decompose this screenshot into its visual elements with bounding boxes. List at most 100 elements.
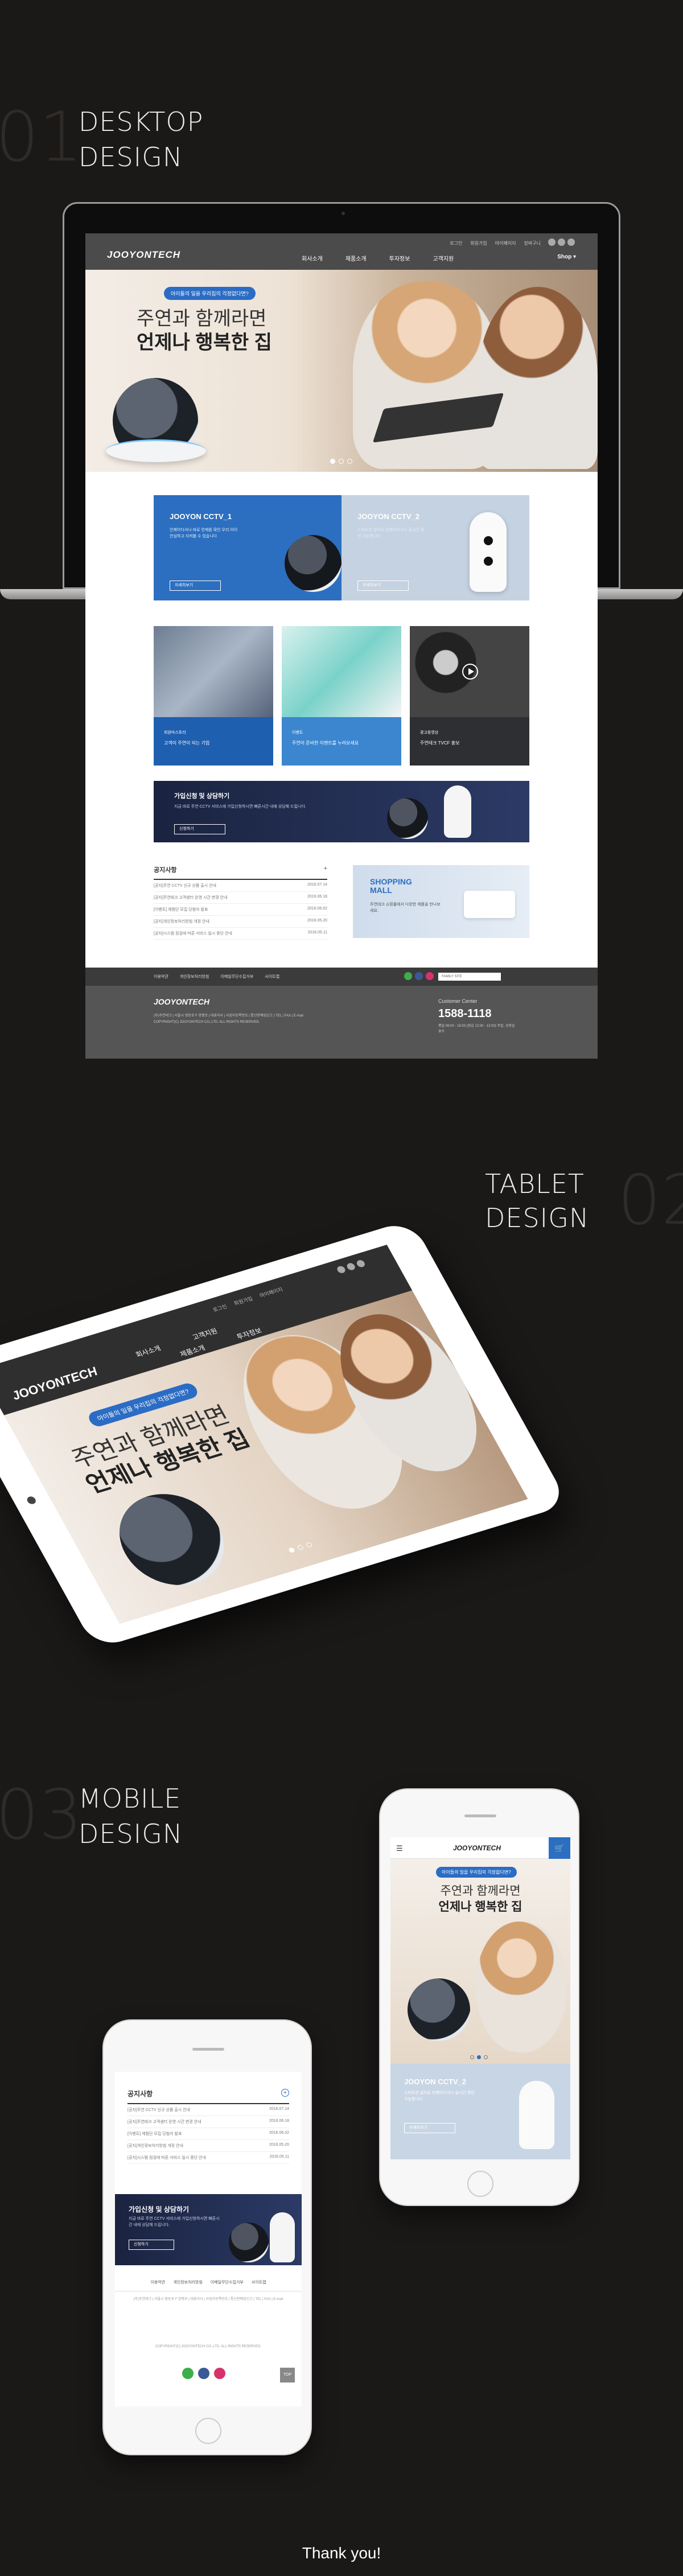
plus-icon[interactable]: +: [324, 865, 327, 872]
notice-text: [이벤트] 체험단 모집 당첨자 발표: [127, 2132, 182, 2136]
notice-row[interactable]: [이벤트] 체험단 모집 당첨자 발표 2016.06.02: [127, 2128, 289, 2140]
blog-icon[interactable]: [558, 238, 565, 246]
menu-icon[interactable]: ☰: [396, 1844, 403, 1853]
shopping-desc: 주연테크 쇼핑몰에서 다양한 제품을 만나보세요.: [370, 903, 441, 913]
cctv2-product-image: [519, 2081, 554, 2149]
slider-dot[interactable]: [305, 1541, 313, 1548]
consult-apply-button[interactable]: 신청하기: [129, 2240, 174, 2250]
notice-row[interactable]: [공지]주연테크 고객센터 운영 시간 변경 안내 2016.06.18: [154, 892, 327, 904]
cctv2-product-image: [470, 512, 507, 592]
site-logo[interactable]: JOOYONTECH: [107, 249, 180, 261]
shop-menu-button[interactable]: Shop ▾: [557, 254, 576, 260]
instagram-icon[interactable]: [426, 972, 434, 980]
footer-link-terms[interactable]: 이용약관: [154, 974, 168, 980]
consult-desc: 지금 바로 주연 CCTV 서비스에 가입신청하시면 빠른시간 내에 상담해 드…: [129, 2217, 220, 2227]
slider-dot[interactable]: [347, 459, 352, 464]
facebook-icon[interactable]: [548, 238, 556, 246]
footer-link-email[interactable]: 이메일무단수집거부: [211, 2279, 244, 2285]
cctv-camera-image: [387, 798, 428, 839]
footer-link-privacy[interactable]: 개인정보처리방침: [173, 2279, 203, 2285]
scroll-top-button[interactable]: TOP: [280, 2368, 295, 2382]
notice-text: [공지]개인정보처리방침 개정 안내: [127, 2144, 183, 2148]
cctv-camera-image: [408, 1978, 470, 2041]
cctv2-card[interactable]: JOOYON CCTV_2 스마트한 설치로 언제어디서나 실시간 확인 가능합…: [390, 2064, 570, 2159]
util-login[interactable]: 로그인: [211, 1303, 228, 1314]
section-title-mobile-1: MOBILE: [79, 1783, 182, 1814]
notice-date: 2016.07.14: [307, 883, 327, 887]
footer-link-sitemap[interactable]: 사이트맵: [252, 2279, 266, 2285]
shopping-title-2: MALL: [370, 886, 392, 895]
family-site-select[interactable]: FAMILY SITE: [438, 973, 501, 981]
notice-row[interactable]: [이벤트] 체험단 모집 당첨자 발표 2016.06.02: [154, 904, 327, 916]
slider-dot[interactable]: [297, 1544, 305, 1551]
cctv2-more-button[interactable]: 자세히보기: [357, 581, 409, 591]
slider-dot[interactable]: [339, 459, 344, 464]
instagram-icon[interactable]: [214, 2368, 225, 2379]
site-header: JOOYONTECH 로그인 회원가입 마이페이지 장바구니 회사소개 제품소개…: [85, 233, 598, 270]
slider-dot[interactable]: [484, 2055, 488, 2059]
util-login[interactable]: 로그인: [450, 240, 462, 246]
instagram-icon[interactable]: [567, 238, 575, 246]
notice-row[interactable]: [공지]시스템 점검에 따른 서비스 일시 중단 안내 2016.05.11: [127, 2152, 289, 2164]
blog-icon[interactable]: [404, 972, 412, 980]
hero-photo-boy: [478, 287, 598, 469]
shopping-title: SHOPPING MALL: [370, 878, 412, 895]
footer-link-sitemap[interactable]: 사이트맵: [265, 974, 279, 980]
tile-event[interactable]: 이벤트 주연이 준비한 이벤트를 누려보세요: [282, 626, 401, 766]
cctv2-card[interactable]: JOOYON CCTV_2 스마트한 설치로 언제어디서나 실시간 확인 가능합…: [342, 495, 529, 600]
util-cart[interactable]: 장바구니: [524, 240, 541, 246]
nav-products[interactable]: 제품소개: [345, 254, 367, 262]
notice-row[interactable]: [공지]시스템 점검에 따른 서비스 일시 중단 안내 2016.05.11: [154, 928, 327, 940]
footer-link-terms[interactable]: 이용약관: [150, 2279, 165, 2285]
slider-dot[interactable]: [288, 1547, 296, 1553]
slider-dot[interactable]: [477, 2055, 481, 2059]
instagram-icon[interactable]: [355, 1259, 367, 1268]
notice-date: 2016.06.18: [269, 2119, 289, 2123]
footer-link-email[interactable]: 이메일무단수집거부: [220, 974, 253, 980]
notice-row[interactable]: [공지]주연 CCTV 신규 상품 출시 안내 2016.07.14: [127, 2104, 289, 2116]
chevron-down-icon: ▾: [573, 254, 576, 260]
cctv2-more-button[interactable]: 자세히보기: [404, 2123, 455, 2133]
section-title-desktop-2: DESIGN: [79, 142, 183, 172]
facebook-icon[interactable]: [336, 1265, 347, 1274]
footer-copyright: COPYRIGHT(C) JOOYONTECH CO.,LTD. ALL RIG…: [154, 1020, 260, 1024]
cctv1-card[interactable]: JOOYON CCTV_1 언제어디서나 바로 언제를 확인 우리 아이 안심하…: [154, 495, 342, 600]
slider-dot[interactable]: [470, 2055, 474, 2059]
util-join[interactable]: 회원가입: [470, 240, 487, 246]
cctv-camera-image: [444, 785, 471, 838]
blog-icon[interactable]: [182, 2368, 194, 2379]
nav-company[interactable]: 회사소개: [302, 254, 323, 262]
facebook-icon[interactable]: [415, 972, 423, 980]
play-icon[interactable]: [462, 664, 478, 680]
plus-icon[interactable]: +: [281, 2089, 289, 2097]
notice-row[interactable]: [공지]개인정보처리방침 개정 안내 2016.05.20: [154, 916, 327, 928]
notice-row[interactable]: [공지]개인정보처리방침 개정 안내 2016.05.20: [127, 2140, 289, 2152]
util-join[interactable]: 회원가입: [232, 1295, 254, 1307]
site-logo[interactable]: JOOYONTECH: [453, 1844, 501, 1852]
tile-membership[interactable]: 회원마스토리 고객이 주연이 되는 기업: [154, 626, 273, 766]
cctv1-more-button[interactable]: 자세히보기: [170, 581, 221, 591]
shopping-mall-banner[interactable]: SHOPPING MALL 주연테크 쇼핑몰에서 다양한 제품을 만나보세요.: [353, 865, 529, 938]
nav-investment[interactable]: 투자정보: [389, 254, 410, 262]
tile-video[interactable]: 광고동영상 주연테크 TVCF 홍보: [410, 626, 529, 766]
tablet-mockup: JOOYONTECH 로그인 회원가입 마이페이지 회사소개 고객지원 제품소개…: [0, 1219, 569, 1649]
slider-dot[interactable]: [330, 459, 335, 464]
notice-row[interactable]: [공지]주연 CCTV 신규 상품 출시 안내 2016.07.14: [154, 880, 327, 892]
footer-link-privacy[interactable]: 개인정보처리방침: [180, 974, 209, 980]
consult-title: 가입신청 및 상담하기: [174, 793, 230, 800]
cart-icon[interactable]: 🛒: [549, 1837, 570, 1859]
notice-board: 공지사항 + [공지]주연 CCTV 신규 상품 출시 안내 2016.07.14…: [127, 2089, 289, 2164]
tile-title: 이벤트: [292, 731, 303, 735]
facebook-icon[interactable]: [198, 2368, 209, 2379]
phone-mockup-footer: 공지사항 + [공지]주연 CCTV 신규 상품 출시 안내 2016.07.14…: [102, 2019, 312, 2455]
blog-icon[interactable]: [345, 1262, 357, 1271]
consult-apply-button[interactable]: 신청하기: [174, 824, 225, 834]
section-number-mobile: 03: [0, 1776, 83, 1855]
notice-text: [공지]시스템 점검에 따른 서비스 일시 중단 안내: [154, 932, 232, 936]
util-mypage[interactable]: 마이페이지: [258, 1286, 284, 1299]
util-mypage[interactable]: 마이페이지: [495, 240, 516, 246]
nav-support[interactable]: 고객지원: [433, 254, 454, 262]
nav-company[interactable]: 회사소개: [134, 1343, 163, 1359]
notice-row[interactable]: [공지]주연테크 고객센터 운영 시간 변경 안내 2016.06.18: [127, 2116, 289, 2128]
slider-dots: [470, 2055, 488, 2059]
